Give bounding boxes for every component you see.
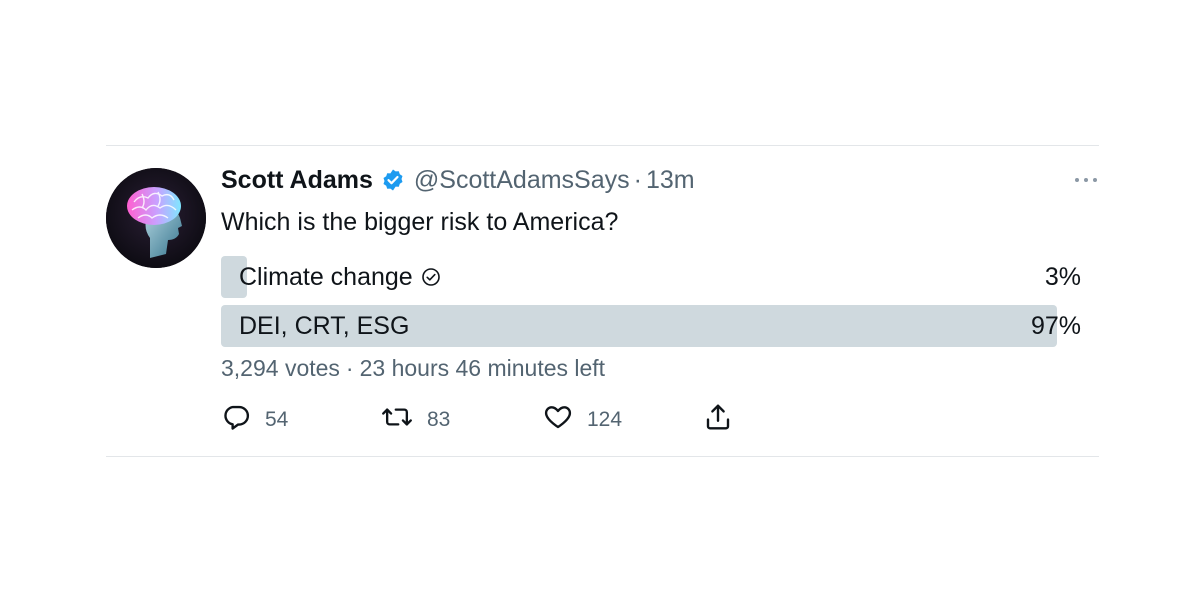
author-handle[interactable]: @ScottAdamsSays — [414, 166, 630, 195]
poll-option-label: Climate change — [239, 256, 441, 298]
share-button[interactable] — [703, 402, 733, 438]
reply-icon — [221, 402, 251, 438]
brain-head-avatar-image — [106, 168, 206, 268]
tweet-timestamp[interactable]: 13m — [646, 166, 695, 195]
retweet-icon — [381, 402, 413, 438]
share-icon — [703, 402, 733, 438]
vote-count: 3,294 votes — [221, 355, 340, 381]
meta-separator: · — [345, 355, 354, 381]
poll-option-percent: 3% — [1044, 263, 1081, 291]
more-options-icon[interactable] — [1072, 172, 1100, 188]
like-button[interactable]: 124 — [543, 402, 622, 438]
reply-button[interactable]: 54 — [221, 402, 288, 438]
poll-option-text: Climate change — [239, 263, 413, 291]
poll-option-percent: 97% — [1030, 312, 1081, 340]
header-separator: · — [633, 165, 642, 194]
top-divider — [106, 145, 1099, 146]
author-name[interactable]: Scott Adams — [221, 166, 373, 195]
avatar[interactable] — [106, 168, 206, 268]
heart-icon — [543, 402, 573, 438]
tweet-text: Which is the bigger risk to America? — [221, 208, 619, 236]
poll-option[interactable]: DEI, CRT, ESG 97% — [221, 305, 1083, 347]
poll-time-left: 23 hours 46 minutes left — [359, 355, 606, 381]
selected-check-icon — [421, 267, 441, 287]
poll-option-label: DEI, CRT, ESG — [239, 305, 409, 347]
poll-meta: 3,294 votes · 23 hours 46 minutes left — [221, 352, 605, 384]
poll-option[interactable]: Climate change 3% — [221, 256, 1083, 298]
poll-option-text: DEI, CRT, ESG — [239, 312, 410, 340]
like-count: 124 — [587, 408, 623, 431]
tweet-header: Scott Adams @ScottAdamsSays · 13m — [221, 163, 695, 197]
reply-count: 54 — [265, 408, 289, 431]
retweet-button[interactable]: 83 — [381, 402, 450, 438]
verified-badge-icon — [381, 168, 405, 192]
retweet-count: 83 — [427, 408, 451, 431]
bottom-divider — [106, 456, 1099, 457]
